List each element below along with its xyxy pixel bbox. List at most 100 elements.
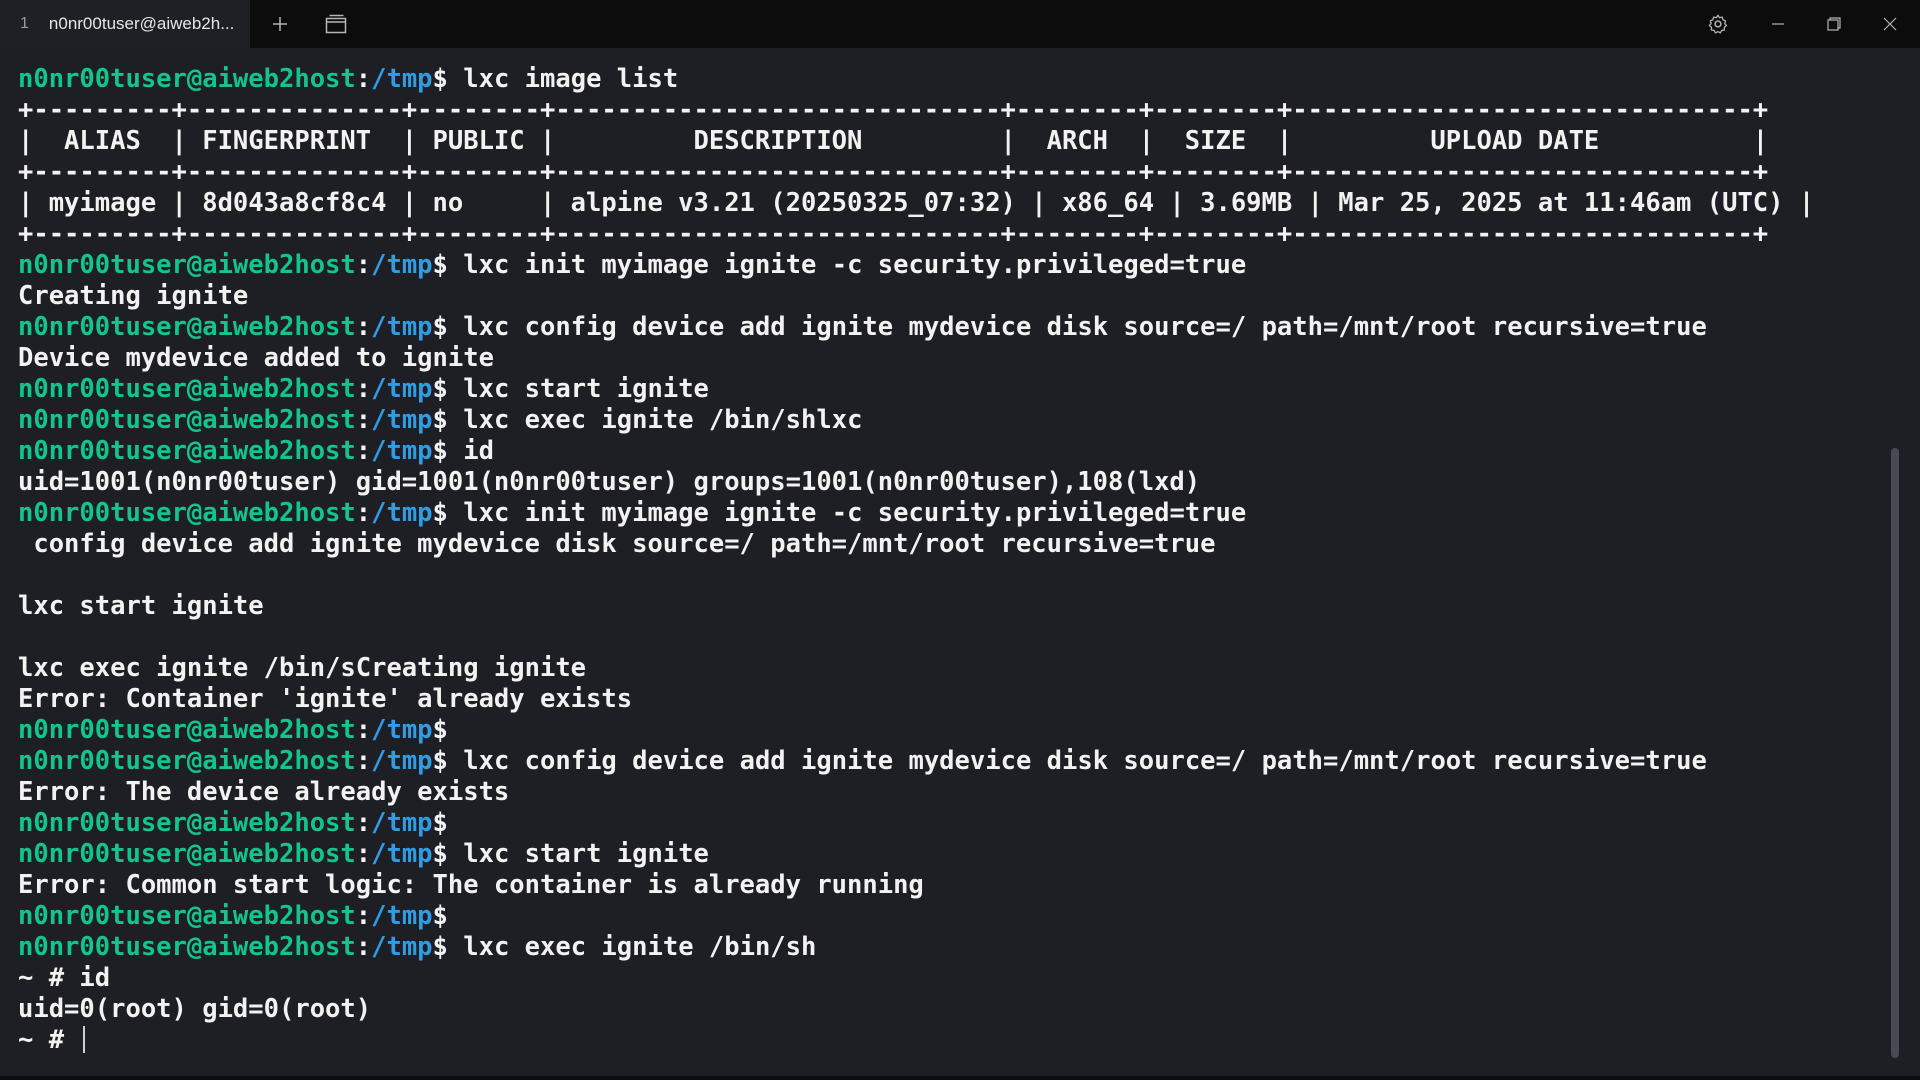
prompt-user: n0nr00tuser@aiweb2host xyxy=(18,498,356,528)
output-line: uid=0(root) gid=0(root) xyxy=(18,994,1878,1025)
prompt-line: n0nr00tuser@aiweb2host:/tmp$ id xyxy=(18,436,1878,467)
prompt-user: n0nr00tuser@aiweb2host xyxy=(18,312,356,342)
output-text: | ALIAS | FINGERPRINT | PUBLIC | DESCRIP… xyxy=(18,126,1769,156)
prompt-path: /tmp xyxy=(371,405,433,435)
prompt-dollar: $ xyxy=(432,932,448,962)
window-panes-icon[interactable] xyxy=(316,0,356,48)
close-icon[interactable] xyxy=(1868,0,1912,48)
prompt-user: n0nr00tuser@aiweb2host xyxy=(18,715,356,745)
prompt-user: n0nr00tuser@aiweb2host xyxy=(18,405,356,435)
output-line: ~ # xyxy=(18,1025,1878,1056)
prompt-path: /tmp xyxy=(371,715,433,745)
scrollbar-thumb[interactable] xyxy=(1891,448,1899,1058)
prompt-dollar: $ xyxy=(432,746,448,776)
output-text: Error: Common start logic: The container… xyxy=(18,870,924,900)
command-text: lxc start ignite xyxy=(447,839,709,869)
prompt-user: n0nr00tuser@aiweb2host xyxy=(18,436,356,466)
command-text: lxc exec ignite /bin/sh xyxy=(447,932,817,962)
prompt-dollar: $ xyxy=(432,436,448,466)
command-text: lxc exec ignite /bin/shlxc xyxy=(447,405,863,435)
prompt-separator: : xyxy=(355,405,372,435)
prompt-line: n0nr00tuser@aiweb2host:/tmp$ lxc config … xyxy=(18,312,1878,343)
output-line: Device mydevice added to ignite xyxy=(18,343,1878,374)
command-text: lxc init myimage ignite -c security.priv… xyxy=(447,498,1247,528)
output-text: Error: Container 'ignite' already exists xyxy=(18,684,633,714)
prompt-separator: : xyxy=(355,64,372,94)
prompt-path: /tmp xyxy=(371,901,433,931)
prompt-path: /tmp xyxy=(371,250,433,280)
prompt-separator: : xyxy=(355,901,372,931)
prompt-separator: : xyxy=(355,808,372,838)
prompt-line: n0nr00tuser@aiweb2host:/tmp$ xyxy=(18,901,1878,932)
prompt-dollar: $ xyxy=(432,374,448,404)
output-text: Creating ignite xyxy=(18,281,249,311)
prompt-line: n0nr00tuser@aiweb2host:/tmp$ lxc config … xyxy=(18,746,1878,777)
prompt-separator: : xyxy=(355,715,372,745)
output-text: lxc exec ignite /bin/sCreating ignite xyxy=(18,653,587,683)
output-line: | ALIAS | FINGERPRINT | PUBLIC | DESCRIP… xyxy=(18,126,1878,157)
restore-icon[interactable] xyxy=(1812,0,1856,48)
window-bottom-border xyxy=(0,1076,1920,1080)
prompt-dollar: $ xyxy=(432,715,448,745)
output-line: lxc start ignite xyxy=(18,591,1878,622)
output-text: | myimage | 8d043a8cf8c4 | no | alpine v… xyxy=(18,188,1815,218)
command-text: lxc image list xyxy=(447,64,679,94)
output-text: lxc start ignite xyxy=(18,591,264,621)
prompt-dollar: $ xyxy=(432,312,448,342)
gear-icon[interactable] xyxy=(1698,0,1738,48)
prompt-path: /tmp xyxy=(371,808,433,838)
terminal-output[interactable]: n0nr00tuser@aiweb2host:/tmp$ lxc image l… xyxy=(18,64,1878,1064)
output-line: Error: The device already exists xyxy=(18,777,1878,808)
prompt-separator: : xyxy=(355,839,372,869)
prompt-path: /tmp xyxy=(371,932,433,962)
prompt-dollar: $ xyxy=(432,64,448,94)
prompt-user: n0nr00tuser@aiweb2host xyxy=(18,932,356,962)
output-text: +---------+--------------+--------+-----… xyxy=(18,157,1769,187)
prompt-separator: : xyxy=(355,436,372,466)
output-line: Creating ignite xyxy=(18,281,1878,312)
title-bar: 1 n0nr00tuser@aiweb2h... xyxy=(0,0,1920,48)
prompt-user: n0nr00tuser@aiweb2host xyxy=(18,250,356,280)
output-line: +---------+--------------+--------+-----… xyxy=(18,95,1878,126)
prompt-dollar: $ xyxy=(432,498,448,528)
output-text: Device mydevice added to ignite xyxy=(18,343,494,373)
command-text: lxc init myimage ignite -c security.priv… xyxy=(447,250,1247,280)
prompt-user: n0nr00tuser@aiweb2host xyxy=(18,746,356,776)
prompt-line: n0nr00tuser@aiweb2host:/tmp$ lxc init my… xyxy=(18,498,1878,529)
prompt-line: n0nr00tuser@aiweb2host:/tmp$ lxc exec ig… xyxy=(18,932,1878,963)
output-text: config device add ignite mydevice disk s… xyxy=(18,529,1216,559)
prompt-line: n0nr00tuser@aiweb2host:/tmp$ xyxy=(18,808,1878,839)
prompt-line: n0nr00tuser@aiweb2host:/tmp$ lxc init my… xyxy=(18,250,1878,281)
prompt-separator: : xyxy=(355,498,372,528)
output-line: +---------+--------------+--------+-----… xyxy=(18,157,1878,188)
prompt-user: n0nr00tuser@aiweb2host xyxy=(18,839,356,869)
output-text: +---------+--------------+--------+-----… xyxy=(18,219,1769,249)
output-text: uid=1001(n0nr00tuser) gid=1001(n0nr00tus… xyxy=(18,467,1201,497)
tab-terminal[interactable]: 1 n0nr00tuser@aiweb2h... xyxy=(0,0,250,48)
output-line: +---------+--------------+--------+-----… xyxy=(18,219,1878,250)
tab-title: n0nr00tuser@aiweb2h... xyxy=(48,14,235,33)
prompt-line: n0nr00tuser@aiweb2host:/tmp$ lxc exec ig… xyxy=(18,405,1878,436)
output-text: uid=0(root) gid=0(root) xyxy=(18,994,372,1024)
prompt-user: n0nr00tuser@aiweb2host xyxy=(18,64,356,94)
prompt-user: n0nr00tuser@aiweb2host xyxy=(18,374,356,404)
prompt-line: n0nr00tuser@aiweb2host:/tmp$ xyxy=(18,715,1878,746)
prompt-dollar: $ xyxy=(432,839,448,869)
output-line: Error: Common start logic: The container… xyxy=(18,870,1878,901)
tab-number: 1 xyxy=(20,15,29,32)
command-text: lxc config device add ignite mydevice di… xyxy=(447,746,1707,776)
prompt-line: n0nr00tuser@aiweb2host:/tmp$ lxc start i… xyxy=(18,839,1878,870)
prompt-path: /tmp xyxy=(371,64,433,94)
prompt-separator: : xyxy=(355,374,372,404)
prompt-user: n0nr00tuser@aiweb2host xyxy=(18,808,356,838)
plus-icon[interactable] xyxy=(260,0,300,48)
prompt-dollar: $ xyxy=(432,250,448,280)
text-cursor xyxy=(83,1026,86,1053)
prompt-path: /tmp xyxy=(371,312,433,342)
output-line: | myimage | 8d043a8cf8c4 | no | alpine v… xyxy=(18,188,1878,219)
prompt-separator: : xyxy=(355,932,372,962)
prompt-separator: : xyxy=(355,746,372,776)
minimize-icon[interactable] xyxy=(1756,0,1800,48)
